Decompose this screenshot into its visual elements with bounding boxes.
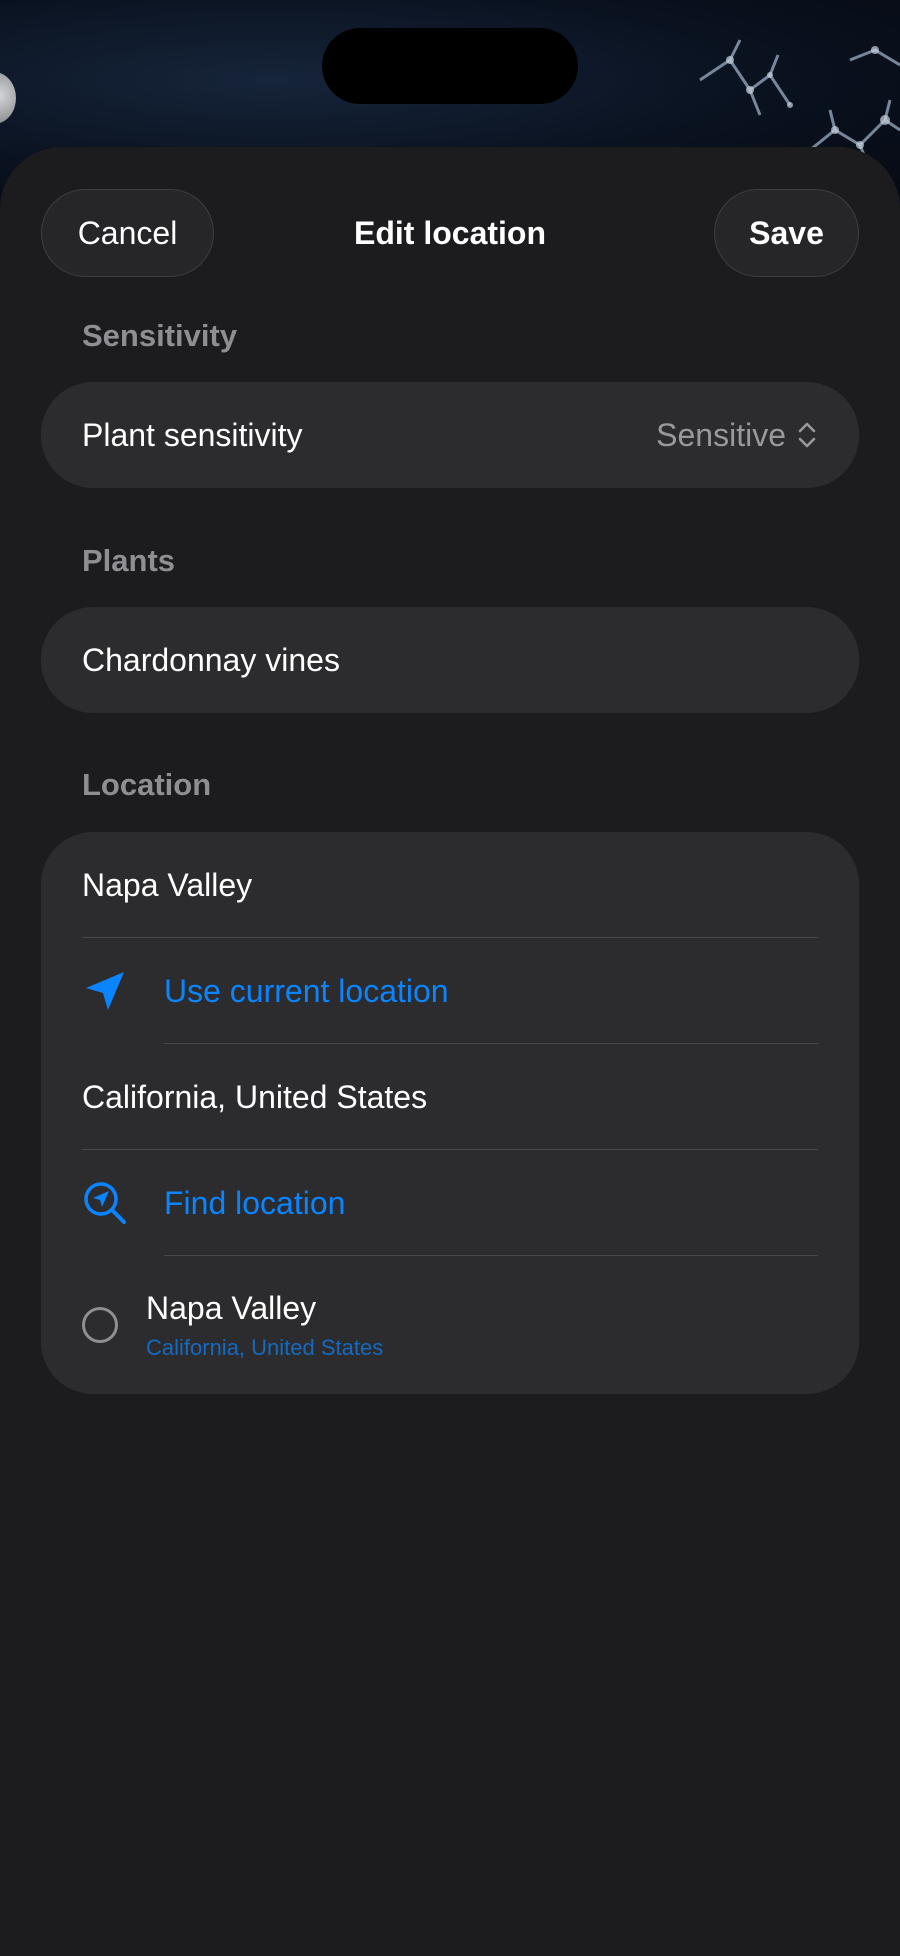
sensitivity-group: Plant sensitivity Sensitive (41, 382, 859, 488)
location-name-value: Napa Valley (82, 866, 253, 903)
location-name-field[interactable]: Napa Valley (41, 832, 859, 938)
location-result-text: Napa Valley California, United States (146, 1290, 383, 1361)
screen: Cancel Edit location Save Sensitivity Pl… (0, 0, 900, 1956)
radio-button[interactable] (82, 1307, 118, 1343)
use-current-location-button[interactable]: Use current location (41, 938, 859, 1044)
location-region-value: California, United States (82, 1078, 428, 1115)
plants-group: Chardonnay vines (41, 607, 859, 713)
plants-value: Chardonnay vines (82, 641, 340, 678)
sensitivity-picker[interactable]: Sensitive (656, 417, 818, 454)
location-result-title: Napa Valley (146, 1289, 317, 1326)
chevron-up-down-icon (798, 422, 816, 448)
section-header-location: Location (82, 767, 212, 802)
moon-image (0, 72, 16, 124)
plant-sensitivity-label: Plant sensitivity (82, 416, 303, 453)
location-result-item[interactable]: Napa Valley California, United States (41, 1256, 859, 1394)
find-location-label: Find location (164, 1184, 346, 1221)
plant-sensitivity-row[interactable]: Plant sensitivity Sensitive (41, 382, 859, 488)
location-region-field[interactable]: California, United States (41, 1044, 859, 1150)
plants-field[interactable]: Chardonnay vines (41, 607, 859, 713)
search-location-icon (82, 1180, 128, 1226)
section-header-plants: Plants (82, 543, 176, 578)
navigation-bar: Cancel Edit location Save (0, 189, 900, 277)
use-current-location-label: Use current location (164, 972, 449, 1009)
sensitivity-value: Sensitive (656, 416, 786, 453)
edit-location-sheet: Cancel Edit location Save Sensitivity Pl… (0, 147, 900, 1956)
location-result-subtitle: California, United States (146, 1334, 384, 1360)
section-header-sensitivity: Sensitivity (82, 318, 238, 353)
find-location-button[interactable]: Find location (41, 1150, 859, 1256)
location-group: Napa Valley Use current location Califor… (41, 832, 859, 1394)
location-arrow-icon (82, 968, 128, 1014)
save-button[interactable]: Save (714, 189, 859, 277)
dynamic-island (322, 28, 578, 104)
